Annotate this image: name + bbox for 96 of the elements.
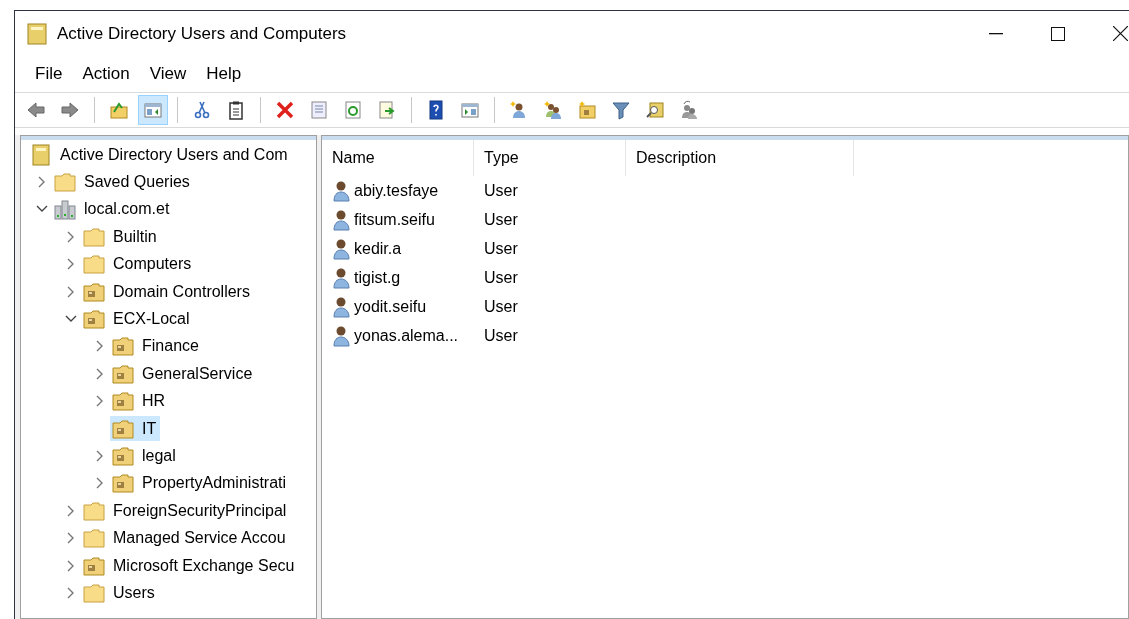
folder-icon: [112, 445, 134, 467]
table-cell-text: fitsum.seifu: [354, 209, 435, 230]
table-cell-text: User: [483, 238, 519, 259]
find-icon: [645, 100, 665, 120]
chevron-icon[interactable]: [38, 176, 46, 189]
folder-icon: [83, 499, 105, 522]
column-header[interactable]: Description: [626, 140, 854, 176]
folder-icon: [83, 554, 105, 577]
chevron-icon[interactable]: [67, 586, 75, 599]
user-icon: [332, 324, 352, 347]
table-cell-text: User: [483, 209, 519, 230]
user-icon: [332, 179, 352, 202]
tree-item[interactable]: PropertyAdministrati: [110, 470, 291, 496]
table-cell-text: yonas.alema...: [354, 325, 459, 346]
tree-item[interactable]: ECX-Local: [81, 306, 194, 332]
chevron-icon[interactable]: [96, 395, 104, 408]
table-cell-text: abiy.tesfaye: [354, 180, 439, 201]
maximize-icon[interactable]: [1051, 26, 1065, 41]
menu-item[interactable]: Help: [198, 61, 250, 87]
tree-item[interactable]: Microsoft Exchange Secu: [81, 553, 299, 579]
table-cell-text: User: [483, 267, 519, 288]
tree-item[interactable]: Saved Queries: [52, 169, 194, 195]
tree-item[interactable]: Builtin: [81, 224, 161, 250]
folder-icon: [83, 308, 105, 331]
tree-item[interactable]: Managed Service Accou: [81, 525, 290, 551]
chevron-icon[interactable]: [67, 559, 75, 572]
properties-icon: [309, 100, 329, 120]
folder-icon: [83, 527, 105, 550]
folder-icon: [112, 472, 134, 495]
user-icon: [332, 208, 352, 231]
tree-item[interactable]: ForeignSecurityPrincipal: [81, 498, 291, 524]
tree-item[interactable]: Domain Controllers: [81, 279, 254, 305]
table-cell-text: tigist.g: [354, 267, 401, 288]
user-icon: [332, 237, 352, 260]
table-cell-text: kedir.a: [354, 238, 402, 259]
tree-item[interactable]: legal: [110, 443, 180, 469]
user-icon: [332, 266, 352, 289]
back-icon: [26, 100, 46, 120]
close-icon[interactable]: [1113, 26, 1128, 41]
server-group-icon: [54, 198, 76, 221]
window-title: Active Directory Users and Computers: [57, 22, 347, 45]
chevron-icon[interactable]: [67, 504, 75, 517]
menu-item[interactable]: File: [27, 61, 71, 87]
console-icon: [30, 143, 52, 166]
folder-icon: [83, 280, 105, 303]
user-icon: [332, 295, 352, 318]
menu-item[interactable]: Action: [74, 61, 138, 87]
users-arrow-icon: [679, 100, 699, 120]
column-header[interactable]: Name: [322, 140, 474, 176]
chevron-icon[interactable]: [96, 477, 104, 490]
chevron-icon[interactable]: [67, 230, 75, 243]
tree-item[interactable]: Computers: [81, 251, 196, 277]
tree-item[interactable]: GeneralService: [110, 361, 257, 387]
tree-item[interactable]: Finance: [110, 333, 203, 359]
tree-item[interactable]: IT: [110, 416, 161, 442]
scissors-icon: [192, 100, 212, 120]
folder-icon: [83, 225, 105, 248]
new-folder-icon: [577, 100, 597, 120]
folder-icon: [83, 253, 105, 276]
chevron-icon[interactable]: [96, 450, 104, 462]
tree-item[interactable]: Users: [81, 580, 159, 606]
export-icon: [377, 100, 397, 120]
column-header[interactable]: Type: [474, 140, 626, 176]
filter-icon: [611, 100, 631, 120]
chevron-icon[interactable]: [36, 205, 48, 214]
table-cell-text: User: [483, 325, 519, 346]
chevron-icon[interactable]: [65, 315, 77, 324]
forward-icon: [60, 100, 80, 120]
chevron-icon[interactable]: [67, 258, 75, 271]
pane-icon: [143, 100, 163, 120]
chevron-icon[interactable]: [96, 367, 104, 380]
delete-icon: [275, 100, 295, 120]
tree-item[interactable]: local.com.et: [52, 196, 174, 222]
folder-icon: [112, 362, 134, 385]
help-icon: [426, 100, 446, 120]
folder-icon: [112, 390, 134, 413]
table-cell-text: User: [483, 180, 519, 201]
new-group-icon: [543, 100, 563, 120]
minimize-icon[interactable]: [989, 32, 1003, 35]
folder-icon: [112, 417, 134, 440]
pane-icon: [460, 100, 480, 120]
tree-item[interactable]: Active Directory Users and Com: [28, 142, 292, 168]
tree-item[interactable]: HR: [110, 388, 170, 414]
chevron-icon[interactable]: [67, 532, 75, 545]
menu-item[interactable]: View: [141, 61, 195, 87]
clipboard-icon: [226, 100, 246, 120]
table-cell-text: User: [483, 296, 519, 317]
chevron-icon[interactable]: [67, 285, 75, 298]
chevron-icon[interactable]: [96, 340, 104, 353]
folder-icon: [54, 171, 76, 194]
folder-arrow-icon: [109, 100, 129, 120]
folder-icon: [83, 581, 105, 604]
app-icon: [27, 22, 47, 45]
refresh-icon: [343, 100, 363, 120]
table-cell-text: yodit.seifu: [354, 296, 427, 317]
folder-icon: [112, 335, 134, 358]
